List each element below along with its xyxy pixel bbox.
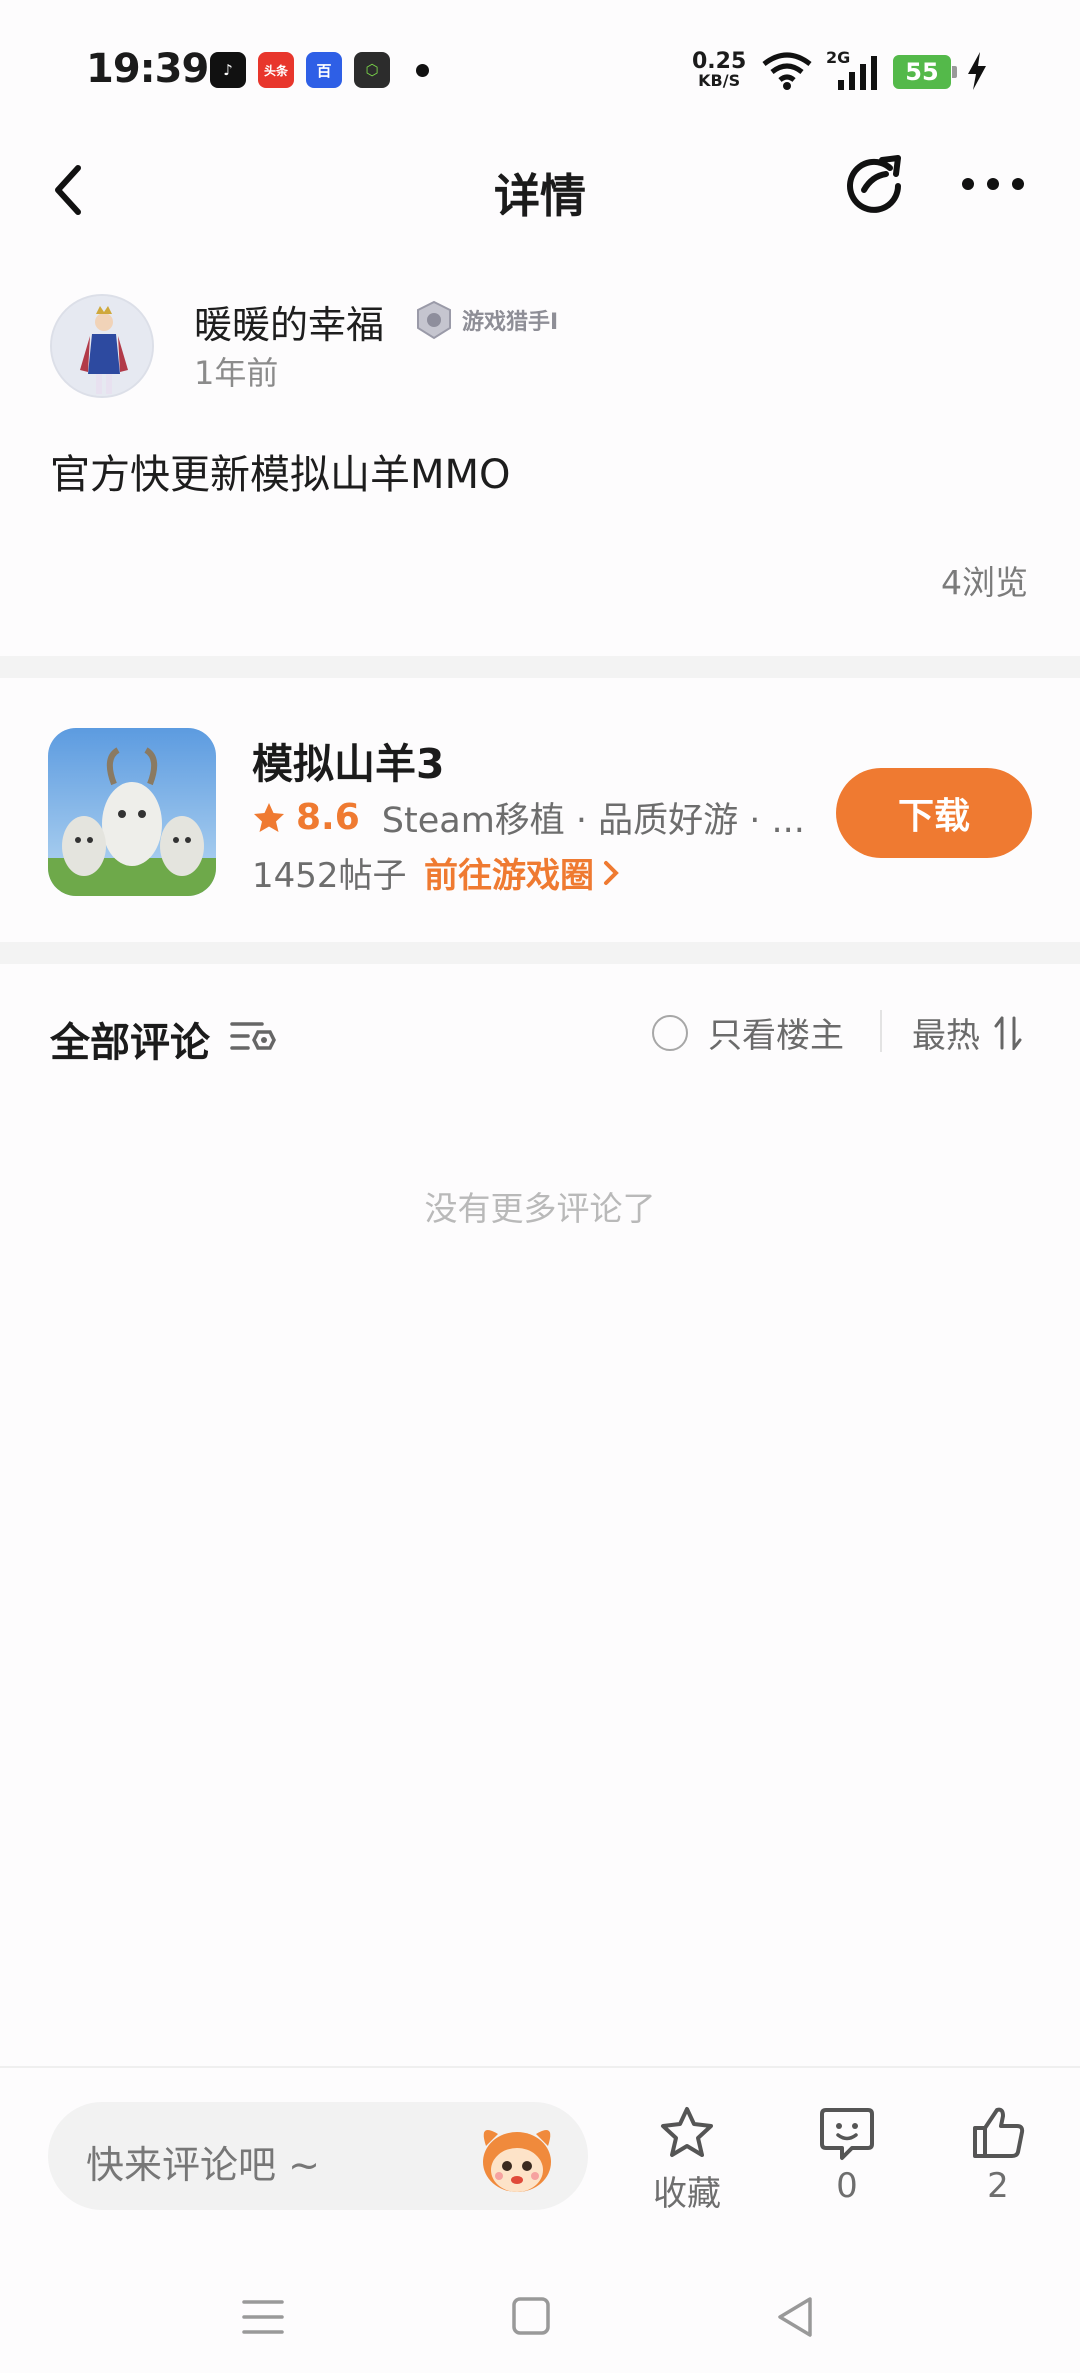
goat-artwork-icon <box>48 728 216 896</box>
comment-input-placeholder: 快来评论吧 ~ <box>86 2143 320 2187</box>
post-author: 暖暖的幸福 游戏猎手I 1年前 <box>50 294 1030 404</box>
avatar-figure-icon <box>52 296 152 396</box>
star-icon <box>254 802 284 832</box>
share-icon[interactable] <box>842 152 906 216</box>
thumbs-up-icon <box>973 2107 1025 2158</box>
like-count: 2 <box>987 2166 1009 2206</box>
rating-score: 8.6 <box>296 797 360 838</box>
status-time: 19:39 <box>86 46 209 92</box>
favorite-label: 收藏 <box>653 2174 721 2214</box>
game-circle-link[interactable]: 前往游戏圈 <box>424 848 620 897</box>
like-button[interactable]: 2 <box>938 2104 1058 2206</box>
network-speed-value: 0.25 <box>692 49 747 74</box>
comment-filter-icon[interactable] <box>228 1016 278 1056</box>
no-more-comments: 没有更多评论了 <box>424 1189 656 1228</box>
sort-label: 最热 <box>912 1016 980 1056</box>
notification-dot <box>416 64 429 77</box>
view-count: 4浏览 <box>941 563 1028 602</box>
post-content: 官方快更新模拟山羊MMO <box>50 452 511 498</box>
comment-count: 0 <box>836 2166 858 2206</box>
game-card[interactable]: 模拟山羊3 8.6 Steam移植 · 品质好游 · ... 1452帖子 前往… <box>0 680 1080 942</box>
back-nav-icon[interactable] <box>766 2290 826 2344</box>
menu-icon[interactable] <box>234 2290 294 2344</box>
comment-button[interactable]: 0 <box>787 2104 907 2206</box>
badge-label: 游戏猎手I <box>462 310 559 335</box>
favorite-button[interactable]: 收藏 <box>627 2104 747 2215</box>
network-speed-unit: KB/S <box>698 71 741 90</box>
comments-title: 全部评论 <box>50 1020 210 1066</box>
only-owner-radio[interactable] <box>652 1014 688 1051</box>
comments-header: 全部评论 只看楼主 最热 <box>0 966 1080 1076</box>
battery-indicator: 55 <box>893 55 957 89</box>
charging-icon <box>968 52 986 90</box>
baidu-icon: 百 <box>306 52 342 88</box>
game-icon[interactable] <box>48 728 216 896</box>
download-button[interactable]: 下载 <box>836 768 1032 858</box>
more-icon[interactable] <box>960 164 1026 204</box>
system-nav-bar <box>0 2260 1080 2373</box>
section-divider <box>0 656 1080 678</box>
game-post-count: 1452帖子 <box>252 856 407 896</box>
avatar[interactable] <box>50 294 154 398</box>
tiktok-icon: ♪ <box>210 52 246 88</box>
home-icon[interactable] <box>502 2290 562 2344</box>
hunter-badge-icon <box>417 300 451 340</box>
game-circle-link-label: 前往游戏圈 <box>424 856 594 896</box>
game-tags: Steam移植 · 品质好游 · ... <box>381 801 805 841</box>
network-speed: 0.25 KB/S <box>692 49 747 91</box>
bottom-action-bar: 快来评论吧 ~ 收藏 0 2 <box>0 2066 1080 2216</box>
comment-input[interactable]: 快来评论吧 ~ <box>48 2102 588 2210</box>
mascot-emoji-icon[interactable] <box>472 2116 562 2200</box>
game-rating: 8.6 Steam移植 · 品质好游 · ... <box>252 792 805 843</box>
toutiao-icon: 头条 <box>258 52 294 88</box>
section-divider <box>0 942 1080 964</box>
game-title[interactable]: 模拟山羊3 <box>252 730 445 790</box>
only-owner-label: 只看楼主 <box>708 1016 844 1056</box>
wifi-icon <box>762 52 812 90</box>
divider <box>880 1010 882 1052</box>
game-box-icon: ⬡ <box>354 52 390 88</box>
header: 详情 <box>0 130 1080 250</box>
comment-bubble-icon <box>820 2108 874 2160</box>
star-outline-icon <box>661 2107 713 2157</box>
author-badge[interactable]: 游戏猎手I <box>414 298 558 342</box>
page-title: 详情 <box>494 169 586 223</box>
status-bar: 19:39 ♪ 头条 百 ⬡ 0.25 KB/S 2G 55 <box>0 0 1080 130</box>
signal-icon <box>838 56 877 90</box>
only-owner-toggle[interactable]: 只看楼主 <box>652 1008 844 1057</box>
sort-icon <box>994 1016 1022 1050</box>
chevron-right-icon <box>604 860 619 885</box>
sort-selector[interactable]: 最热 <box>912 1008 1022 1057</box>
post-time: 1年前 <box>194 354 279 392</box>
author-name[interactable]: 暖暖的幸福 <box>194 294 384 349</box>
